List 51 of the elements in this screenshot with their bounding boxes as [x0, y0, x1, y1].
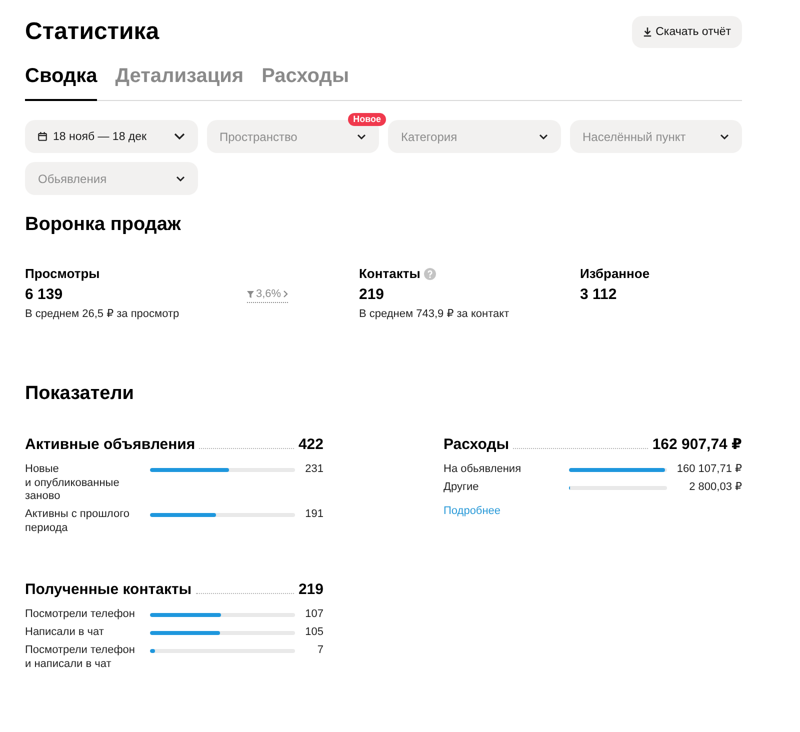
row-value: 107 [305, 608, 324, 622]
group-title: Активные объявления [25, 435, 196, 455]
group-total: 219 [298, 580, 324, 600]
metric-note: В среднем 26,5 ₽ за просмотр [25, 307, 180, 321]
page-title: Статистика [25, 17, 160, 47]
chevron-down-icon [176, 176, 184, 182]
filter-select[interactable]: Обьявления [25, 162, 198, 195]
section-title: Воронка продаж [25, 213, 182, 237]
chevron-down-icon [357, 134, 366, 140]
metric-label: Просмотры [25, 265, 100, 283]
chevron-down-icon [720, 134, 729, 140]
new-badge: Новое [348, 113, 386, 126]
calendar-icon [38, 132, 47, 141]
tab[interactable]: Расходы [262, 62, 350, 101]
row-label: Активны с прошлого периода [25, 508, 130, 535]
group-total: 162 907,74 ₽ [652, 435, 742, 455]
tab[interactable]: Сводка [25, 62, 98, 101]
chevron-down-icon [174, 133, 184, 140]
metric-value: 6 139 [25, 285, 63, 305]
row-value: 2 800,03 ₽ [689, 481, 742, 494]
filter-select[interactable]: Категория [388, 120, 560, 153]
group-title: Полученные контакты [25, 580, 192, 600]
date-range-select[interactable]: 18 нояб — 18 дек [25, 120, 198, 153]
metric-label: Избранное [580, 265, 650, 283]
row-value: 160 107,71 ₽ [676, 463, 742, 476]
row-value: 105 [305, 626, 324, 640]
row-label: Посмотрели телефон и написали в чат [25, 644, 136, 671]
row-value: 231 [305, 463, 324, 477]
download-icon [642, 27, 652, 37]
conversion-link[interactable]: 3,6% [247, 287, 288, 303]
chevron-right-icon [283, 290, 288, 298]
row-value: 191 [305, 508, 324, 522]
row-label: Другие [444, 481, 479, 494]
tab[interactable]: Детализация [115, 62, 244, 101]
download-button[interactable]: Скачать отчёт [632, 16, 742, 48]
row-label: Посмотрели телефон [25, 608, 135, 622]
row-label: Новые и опубликованные заново [25, 463, 120, 504]
row-label: На обьявления [444, 463, 522, 476]
section-title: Показатели [25, 382, 135, 406]
details-link[interactable]: Подробнее [444, 504, 501, 518]
chevron-down-icon [538, 134, 548, 140]
metric-value: 219 [359, 285, 384, 305]
filter-select[interactable]: Населённый пункт [570, 120, 742, 153]
metric-label: Контакты [359, 265, 420, 283]
row-label: Написали в чат [25, 626, 104, 640]
metric-note: В среднем 743,9 ₽ за контакт [359, 307, 510, 321]
group-title: Расходы [444, 435, 510, 455]
funnel-icon [247, 290, 254, 298]
metric-value: 3 112 [580, 285, 617, 305]
row-value: 7 [317, 644, 324, 658]
group-total: 422 [298, 435, 324, 455]
